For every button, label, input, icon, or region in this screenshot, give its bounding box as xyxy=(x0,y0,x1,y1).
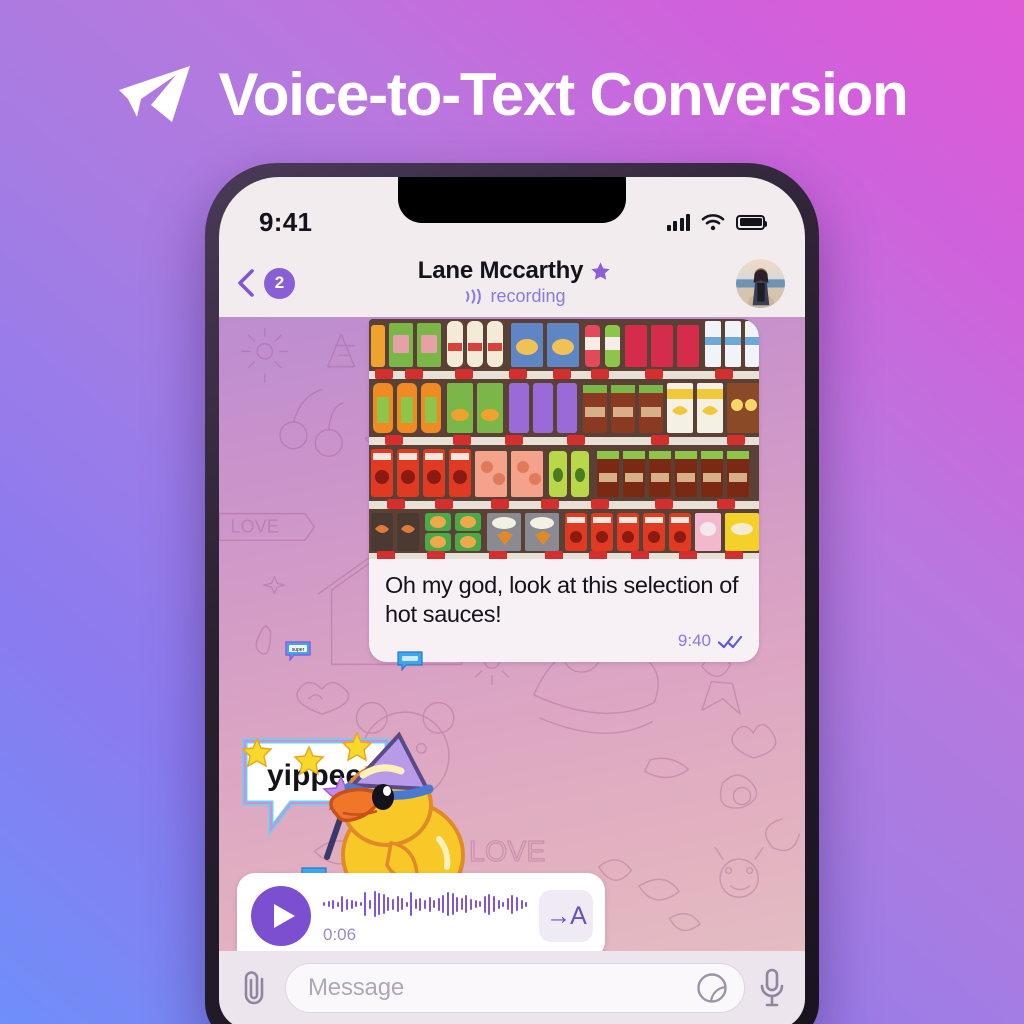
waveform-bar xyxy=(447,892,450,916)
waveform-bar xyxy=(414,899,417,909)
waveform-bar xyxy=(488,893,491,915)
page-title: Voice-to-Text Conversion xyxy=(218,60,908,128)
message-time: 9:40 xyxy=(677,631,711,651)
svg-text:super: super xyxy=(292,647,305,653)
waveform-bar xyxy=(368,899,371,909)
waveform-bar xyxy=(336,901,339,907)
waveform-bar xyxy=(483,895,486,913)
contact-status: recording xyxy=(490,286,566,306)
banner: Voice-to-Text Conversion xyxy=(0,46,1024,142)
waveform-bar xyxy=(350,899,353,909)
waveform-bar xyxy=(460,898,463,910)
contact-status-row: recording xyxy=(295,286,734,307)
cellular-bars-icon xyxy=(666,213,690,231)
double-check-icon xyxy=(717,635,743,648)
chat-header: 2 Lane Mccarthy recording xyxy=(219,249,805,317)
waveform-bar xyxy=(497,899,500,909)
waveform-bar xyxy=(382,894,385,914)
waveform-bar xyxy=(391,898,394,910)
waveform-bar xyxy=(474,900,477,908)
back-button[interactable]: 2 xyxy=(237,267,295,299)
play-button-icon[interactable] xyxy=(251,886,311,946)
waveform-bar xyxy=(515,897,518,911)
waveform-bar xyxy=(345,898,348,910)
message-meta: 9:40 xyxy=(385,630,743,652)
mini-sticker-super[interactable]: super xyxy=(285,641,311,661)
waveform-bar xyxy=(419,897,422,911)
waveform-bar xyxy=(502,901,505,907)
voice-waveform[interactable] xyxy=(323,887,528,921)
waveform-bar xyxy=(364,892,367,916)
status-bar-icons xyxy=(666,213,767,231)
waveform-bar xyxy=(327,901,330,907)
waveform-bar xyxy=(433,900,436,908)
phone-notch xyxy=(398,177,626,223)
battery-full-icon xyxy=(736,214,767,230)
photo-caption: Oh my god, look at this selection of hot… xyxy=(369,559,759,662)
voice-waveform-block[interactable]: 0:06 xyxy=(323,887,528,945)
status-bar-time: 9:41 xyxy=(259,206,313,237)
back-chevron-icon[interactable] xyxy=(237,269,255,297)
waveform-bar xyxy=(396,896,399,912)
supermarket-shelves-photo[interactable] xyxy=(369,319,759,559)
photo-message-bubble[interactable]: Oh my god, look at this selection of hot… xyxy=(369,319,759,663)
waveform-bar xyxy=(341,896,344,912)
contact-name: Lane Mccarthy xyxy=(417,257,584,284)
waveform-bar xyxy=(424,899,427,909)
speech-to-text-button[interactable]: →A xyxy=(539,890,593,942)
paperclip-icon[interactable] xyxy=(239,970,271,1006)
phone-mockup: 9:41 2 Lane Mccarthy recording LOVE LOVE… xyxy=(205,163,819,1024)
waveform-bar xyxy=(451,893,454,915)
waveform-bar xyxy=(332,899,335,909)
avatar[interactable] xyxy=(734,256,787,310)
unread-badge[interactable]: 2 xyxy=(264,267,295,299)
contact-name-row: Lane Mccarthy xyxy=(295,257,734,285)
waveform-bar xyxy=(456,896,459,912)
message-input[interactable]: Message xyxy=(285,963,745,1013)
waveform-bar xyxy=(373,891,376,917)
sticker-icon[interactable] xyxy=(696,972,728,1004)
voice-message-bubble[interactable]: 0:06 →A xyxy=(237,873,605,951)
avatar-photo xyxy=(736,258,785,308)
waveform-bar xyxy=(492,896,495,912)
waveform-bar xyxy=(405,901,408,907)
waveform-bar xyxy=(437,897,440,911)
waveform-bar xyxy=(401,898,404,910)
mini-sticker-chat[interactable] xyxy=(397,651,423,671)
waveform-bar xyxy=(506,898,509,910)
chat-title-block[interactable]: Lane Mccarthy recording xyxy=(295,257,734,307)
message-placeholder: Message xyxy=(308,974,404,1001)
waveform-bar xyxy=(511,894,514,914)
waveform-bar xyxy=(520,899,523,909)
phone-screen: 9:41 2 Lane Mccarthy recording LOVE LOVE… xyxy=(219,177,805,1024)
recording-wave-icon xyxy=(466,289,482,304)
chat-message-list[interactable]: LOVE LOVE Oh my god, look at this select… xyxy=(219,317,805,951)
wifi-icon xyxy=(701,214,725,231)
microphone-icon[interactable] xyxy=(759,968,785,1008)
waveform-bar xyxy=(378,893,381,915)
waveform-bar xyxy=(387,897,390,911)
svg-text:LOVE: LOVE xyxy=(230,517,278,537)
waveform-bar xyxy=(355,901,358,907)
star-icon xyxy=(591,261,610,280)
waveform-bar xyxy=(465,895,468,913)
waveform-bar xyxy=(428,896,431,912)
waveform-bar xyxy=(323,902,325,906)
waveform-bar xyxy=(479,901,482,907)
waveform-bar xyxy=(410,892,413,916)
waveform-bar xyxy=(442,895,445,913)
voice-duration: 0:06 xyxy=(323,925,357,944)
message-text: Oh my god, look at this selection of hot… xyxy=(385,572,739,627)
waveform-bar xyxy=(525,901,528,907)
waveform-bar xyxy=(470,898,472,910)
telegram-plane-icon xyxy=(119,66,191,122)
message-input-bar: Message xyxy=(219,951,805,1024)
waveform-bar xyxy=(359,902,362,906)
